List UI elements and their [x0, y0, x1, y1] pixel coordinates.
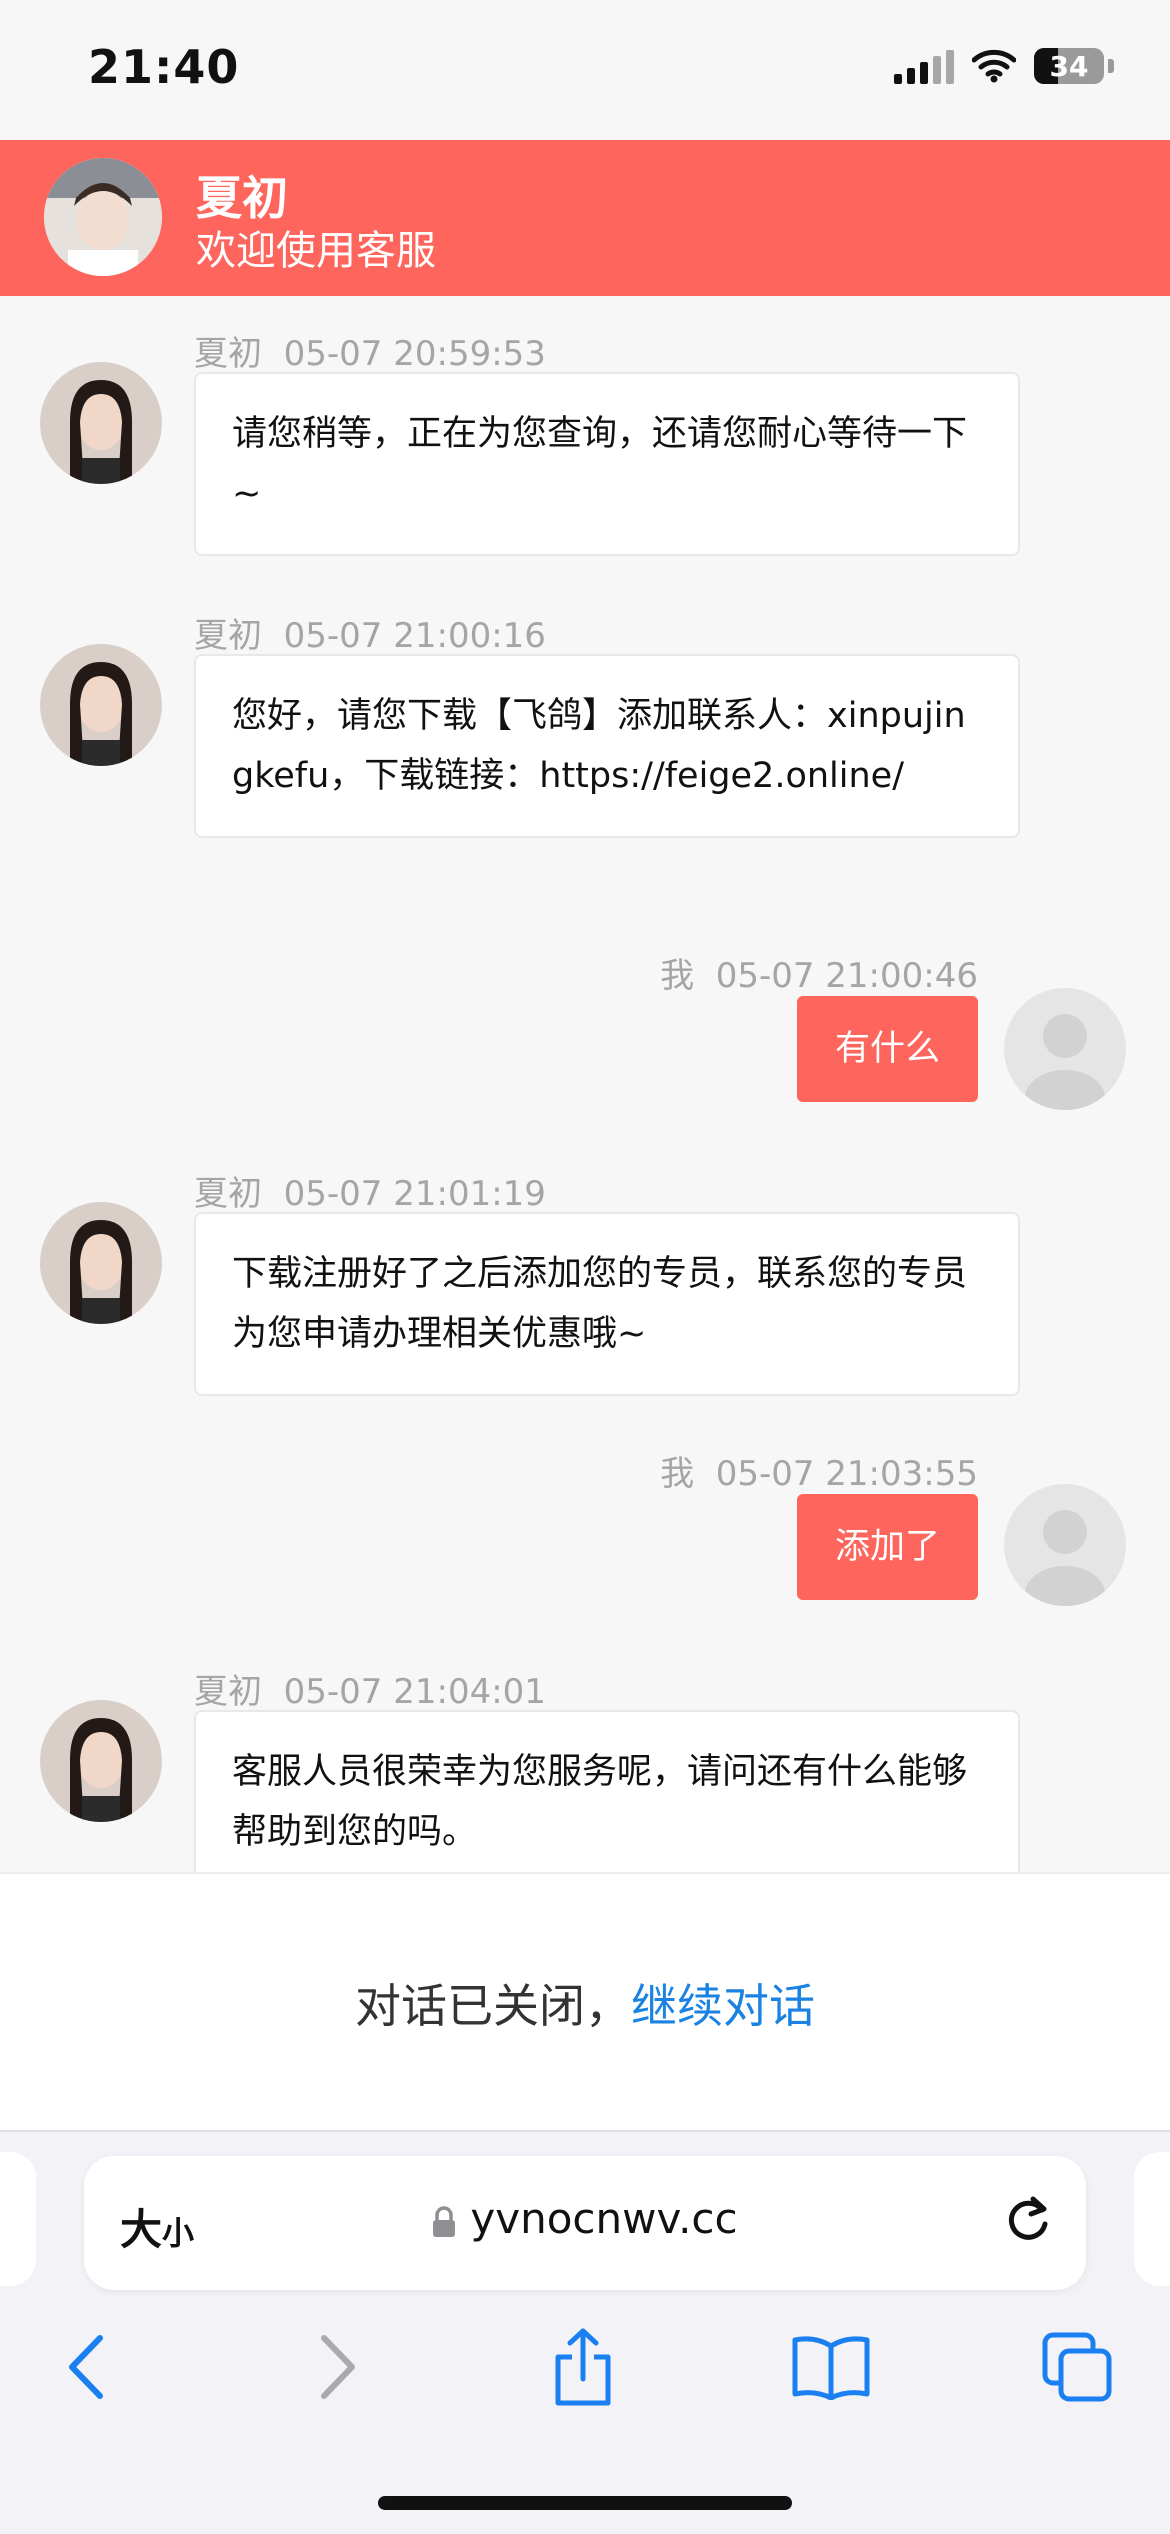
message-meta: 夏初 05-07 21:01:19 [194, 1174, 546, 1214]
agent-avatar [40, 362, 162, 484]
battery-level: 34 [1049, 49, 1089, 83]
chat-header: 夏初 欢迎使用客服 [0, 140, 1170, 296]
chat-log[interactable]: 夏初 05-07 20:59:53 请您稍等，正在为您查询，还请您耐心等待一下~… [0, 296, 1170, 1872]
status-icons: 34 [894, 48, 1114, 84]
url-display[interactable]: yvnocnwv.cc [84, 2194, 1086, 2243]
user-avatar [1004, 1484, 1126, 1606]
reload-icon[interactable] [998, 2190, 1058, 2254]
back-icon[interactable] [42, 2322, 132, 2412]
url-text: yvnocnwv.cc [470, 2194, 738, 2243]
battery-icon: 34 [1034, 48, 1104, 84]
message-bubble: 添加了 [796, 1494, 978, 1600]
battery-tip [1108, 59, 1114, 73]
address-bar[interactable]: 大小 yvnocnwv.cc [84, 2156, 1086, 2290]
message-meta: 我 05-07 21:00:46 [660, 956, 978, 996]
continue-chat-link[interactable]: 继续对话 [631, 1970, 815, 2036]
share-icon[interactable] [538, 2322, 628, 2412]
message-meta: 夏初 05-07 21:04:01 [194, 1672, 546, 1712]
browser-chrome: 大小 yvnocnwv.cc [0, 2130, 1170, 2534]
tabs-icon[interactable] [1032, 2322, 1122, 2412]
header-subtitle: 欢迎使用客服 [196, 228, 436, 274]
message-meta: 夏初 05-07 21:00:16 [194, 616, 546, 656]
browser-toolbar [0, 2308, 1170, 2428]
cellular-signal-icon [894, 48, 954, 84]
message-bubble: 下载注册好了之后添加您的专员，联系您的专员为您申请办理相关优惠哦~ [194, 1212, 1020, 1396]
message-bubble: 您好，请您下载【飞鸽】添加联系人：xinpujingkefu，下载链接：http… [194, 654, 1020, 838]
status-bar: 21:40 34 [0, 0, 1170, 140]
agent-avatar [40, 1700, 162, 1822]
bookmarks-icon[interactable] [786, 2322, 876, 2412]
message-bubble: 请您稍等，正在为您查询，还请您耐心等待一下~ [194, 372, 1020, 556]
status-time: 21:40 [88, 40, 240, 94]
message-bubble: 有什么 [796, 996, 978, 1102]
agent-avatar [40, 1202, 162, 1324]
forward-icon[interactable] [292, 2322, 382, 2412]
agent-avatar [40, 644, 162, 766]
agent-avatar [44, 158, 162, 276]
message-bubble: 客服人员很荣幸为您服务呢，请问还有什么能够帮助到您的吗。 [194, 1710, 1020, 1872]
message-meta: 我 05-07 21:03:55 [660, 1454, 978, 1494]
user-avatar [1004, 988, 1126, 1110]
lock-icon [433, 2205, 456, 2237]
next-tab-preview[interactable] [1134, 2152, 1170, 2286]
home-indicator [378, 2496, 792, 2510]
conversation-closed-bar: 对话已关闭， 继续对话 [0, 1872, 1170, 2132]
previous-tab-preview[interactable] [0, 2152, 36, 2286]
closed-text: 对话已关闭， [355, 1979, 631, 2033]
wifi-icon [972, 49, 1016, 83]
message-meta: 夏初 05-07 20:59:53 [194, 334, 546, 374]
